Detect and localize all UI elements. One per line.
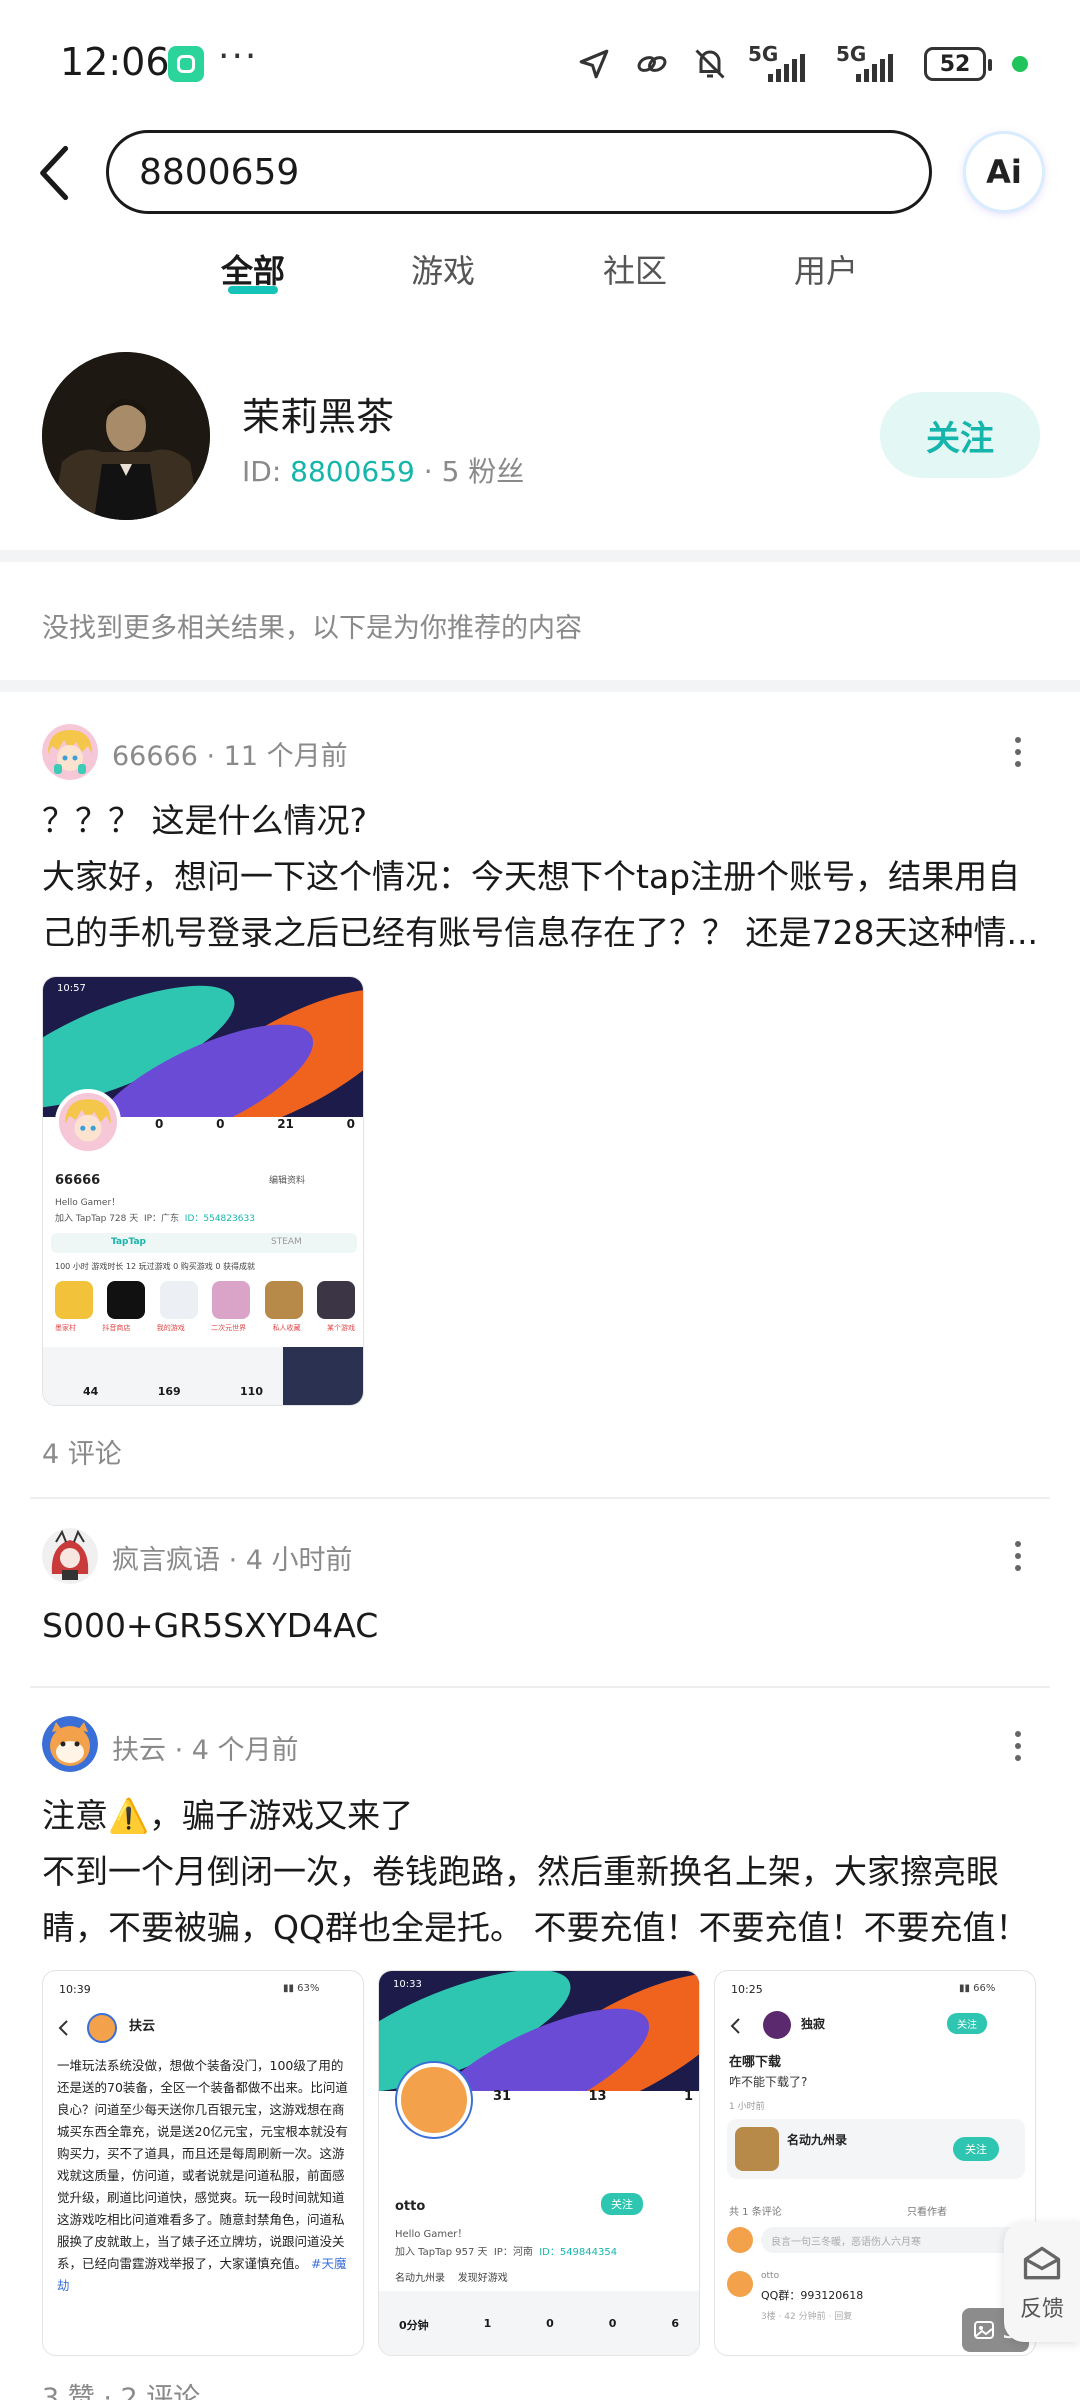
post-author-avatar[interactable] — [42, 1716, 98, 1772]
signal-5g-icon-2: 5G — [836, 44, 906, 84]
link-icon — [632, 44, 672, 84]
post-content[interactable]: ？？？ 这是什么情况? 大家好，想问一下这个情况：今天想下个tap注册个账号，结… — [42, 793, 1038, 961]
tab-community[interactable]: 社区 — [575, 246, 695, 292]
post-title: ？？？ 这是什么情况? — [42, 801, 368, 840]
search-query: 8800659 — [139, 151, 300, 193]
feedback-icon — [1023, 2246, 1061, 2280]
post-body-line: 己的手机号登录之后已经有账号信息存在了？？ 还是728天这种情... — [42, 913, 1038, 952]
post-more-button[interactable] — [1003, 732, 1033, 772]
ai-assistant-button[interactable]: Ai — [966, 134, 1042, 210]
location-icon — [574, 44, 614, 84]
user-avatar[interactable] — [42, 352, 210, 520]
search-tabs: 全部 游戏 社区 用户 — [0, 246, 1080, 306]
post-more-button[interactable] — [1003, 1726, 1033, 1766]
post-divider — [30, 1497, 1050, 1499]
post-image[interactable]: 10:39 ▮▮ 63% 扶云 一堆玩法系统没做，想做个装备没门，100级了用的… — [42, 1970, 364, 2356]
active-tab-indicator — [228, 286, 278, 294]
battery-icon: 52 — [924, 47, 992, 81]
user-id-label: ID: — [242, 455, 282, 488]
post-author-line: 疯言疯语 · 4 小时前 — [112, 1545, 353, 1576]
post-time: 4 小时前 — [245, 1545, 353, 1576]
post-author-name[interactable]: 66666 — [112, 741, 198, 772]
section-divider — [0, 550, 1080, 562]
follow-button[interactable]: 关注 — [880, 392, 1040, 478]
user-name[interactable]: 茉莉黑茶 — [242, 386, 394, 441]
meta-separator: · — [423, 455, 433, 488]
feedback-button[interactable]: 反馈 — [1004, 2222, 1080, 2342]
ai-icon: Ai — [986, 153, 1022, 191]
post-body-line: 大家好，想问一下这个情况：今天想下个tap注册个账号，结果用自 — [42, 857, 1021, 896]
post-image[interactable]: 10:57 0 0 21 0 66666 编辑资料 Hello Gamer！ 加入 T… — [42, 976, 364, 1406]
post-comment-count[interactable]: 4 评论 — [42, 1432, 122, 1471]
post-image[interactable]: 10:33 31 13 1 otto 关注 Hello Gamer！ 加入 TapT… — [378, 1970, 700, 2356]
post-title: 注意⚠️，骗子游戏又来了 — [42, 1796, 414, 1835]
post-author-line: 66666 · 11 个月前 — [112, 741, 348, 772]
back-button[interactable] — [30, 138, 80, 208]
post-time: 4 个月前 — [191, 1735, 299, 1766]
image-icon — [974, 2321, 994, 2339]
profile-counts: 0 0 21 0 — [155, 1117, 355, 1131]
post-more-button[interactable] — [1003, 1536, 1033, 1576]
mute-icon — [690, 44, 730, 84]
privacy-indicator — [1012, 56, 1028, 72]
profile-avatar — [55, 1089, 121, 1155]
post-content[interactable]: S000+GR5SXYD4AC — [42, 1598, 1038, 1654]
status-time: 12:06 — [60, 40, 170, 84]
post-author-line: 扶云 · 4 个月前 — [112, 1735, 299, 1766]
post-content[interactable]: 注意⚠️，骗子游戏又来了 不到一个月倒闭一次，卷钱跑路，然后重新换名上架，大家擦… — [42, 1788, 1038, 1956]
tab-games[interactable]: 游戏 — [383, 246, 503, 292]
user-id-value: 8800659 — [290, 455, 415, 488]
post-engagement[interactable]: 3 赞 · 2 评论 — [42, 2376, 200, 2400]
post-author-name[interactable]: 疯言疯语 — [112, 1545, 220, 1576]
user-meta: ID: 8800659 · 5 粉丝 — [242, 450, 524, 490]
more-notifications-icon: ··· — [218, 36, 259, 77]
no-more-results-notice: 没找到更多相关结果，以下是为你推荐的内容 — [42, 613, 582, 644]
post-author-avatar[interactable] — [42, 724, 98, 780]
post-body-line: 不到一个月倒闭一次，卷钱跑路，然后重新换名上架，大家擦亮眼 — [42, 1852, 999, 1891]
post-author-name[interactable]: 扶云 — [112, 1735, 166, 1766]
post-time: 11 个月前 — [223, 741, 348, 772]
user-fans: 5 粉丝 — [441, 455, 525, 488]
app-notification-icon — [168, 46, 204, 82]
post-author-avatar[interactable] — [42, 1528, 98, 1584]
section-divider — [0, 680, 1080, 692]
status-bar: 12:06 ··· 5G 5G 52 — [0, 0, 1080, 130]
post-image[interactable]: 10:25 ▮▮ 66% 独寂 关注 在哪下载 咋不能下载了? 1 小时前 名动… — [714, 1970, 1036, 2356]
status-icons: 5G 5G 52 — [574, 44, 1028, 84]
chevron-left-icon — [40, 145, 69, 201]
search-input[interactable]: 8800659 — [106, 130, 932, 214]
post-body-line: 睛，不要被骗，QQ群也全是托。 不要充值！不要充值！不要充值！ — [42, 1908, 1029, 1947]
tab-users[interactable]: 用户 — [766, 246, 886, 292]
signal-5g-icon: 5G — [748, 44, 818, 84]
post-title: S000+GR5SXYD4AC — [42, 1606, 379, 1645]
games-row — [55, 1281, 355, 1319]
post-divider — [30, 1686, 1050, 1688]
